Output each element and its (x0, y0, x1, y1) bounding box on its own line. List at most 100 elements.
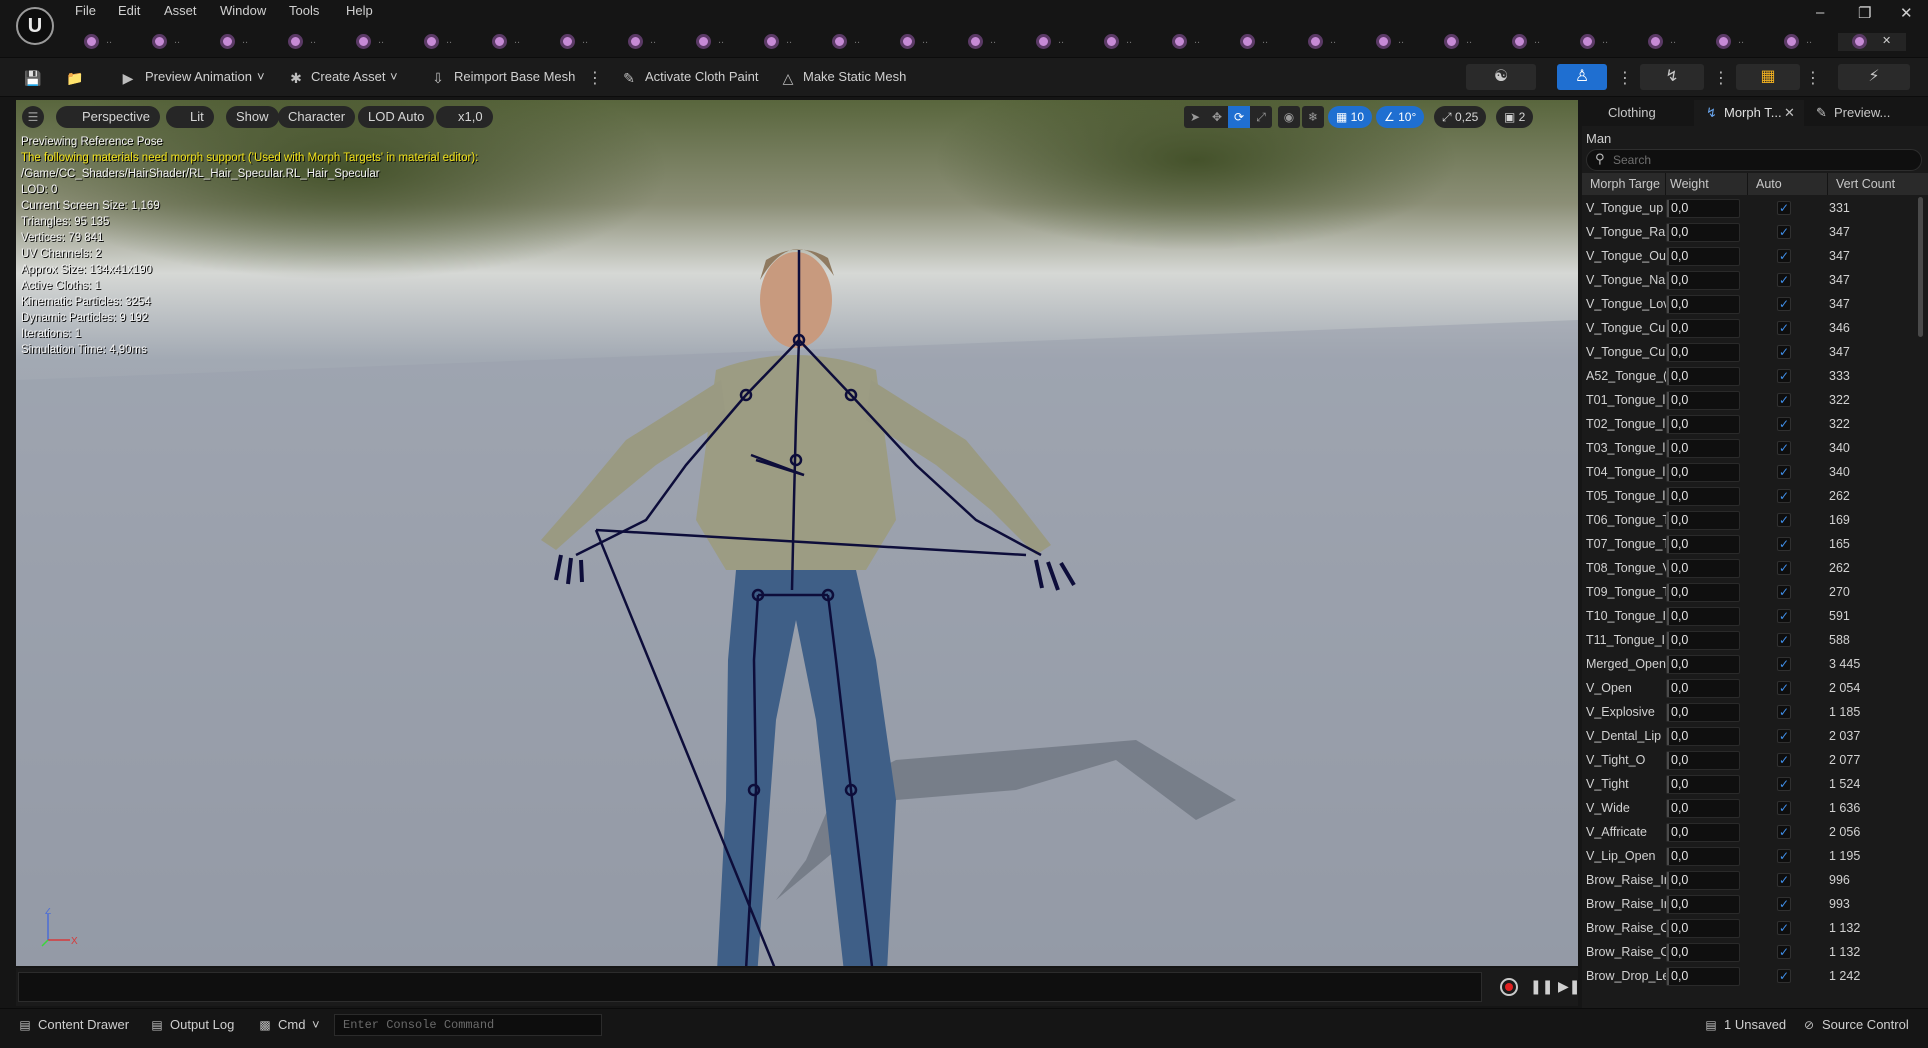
auto-checkbox[interactable]: ✓ (1777, 753, 1791, 767)
document-tab[interactable]: .. (1294, 33, 1362, 51)
viewport[interactable]: ☰ Perspective Lit Show Character LOD Aut… (16, 100, 1578, 966)
restore-icon[interactable]: ❐ (1858, 4, 1871, 22)
table-row[interactable]: Brow_Raise_C 0,0 ✓ 1 132 (1582, 917, 1910, 941)
table-row[interactable]: V_Tongue_Cui 0,0 ✓ 347 (1582, 341, 1910, 365)
unsaved-button[interactable]: 1 Unsaved (1724, 1017, 1786, 1032)
table-row[interactable]: T04_Tongue_l 0,0 ✓ 340 (1582, 461, 1910, 485)
table-row[interactable]: V_Tongue_Ou 0,0 ✓ 347 (1582, 245, 1910, 269)
table-row[interactable]: V_Tight_O 0,0 ✓ 2 077 (1582, 749, 1910, 773)
search-input[interactable] (1613, 152, 1913, 168)
skeleton-mode-button[interactable]: ☯ (1466, 64, 1536, 90)
document-tab[interactable]: .. (206, 33, 274, 51)
weight-field[interactable]: 0,0 (1666, 583, 1740, 602)
weight-field[interactable]: 0,0 (1666, 943, 1740, 962)
create-asset-button[interactable]: Create Asset (311, 69, 385, 84)
document-tab[interactable]: .. (138, 33, 206, 51)
table-row[interactable]: T03_Tongue_l 0,0 ✓ 340 (1582, 437, 1910, 461)
table-row[interactable]: T01_Tongue_l 0,0 ✓ 322 (1582, 389, 1910, 413)
auto-checkbox[interactable]: ✓ (1777, 609, 1791, 623)
weight-field[interactable]: 0,0 (1666, 223, 1740, 242)
auto-checkbox[interactable]: ✓ (1777, 345, 1791, 359)
auto-checkbox[interactable]: ✓ (1777, 825, 1791, 839)
weight-field[interactable]: 0,0 (1666, 391, 1740, 410)
table-row[interactable]: V_Dental_Lip 0,0 ✓ 2 037 (1582, 725, 1910, 749)
document-tab[interactable]: .. (546, 33, 614, 51)
document-tab[interactable]: .. (1498, 33, 1566, 51)
auto-checkbox[interactable]: ✓ (1777, 465, 1791, 479)
weight-field[interactable]: 0,0 (1666, 199, 1740, 218)
table-row[interactable]: Brow_Raise_C 0,0 ✓ 1 132 (1582, 941, 1910, 965)
auto-checkbox[interactable]: ✓ (1777, 849, 1791, 863)
weight-field[interactable]: 0,0 (1666, 319, 1740, 338)
preview-animation-button[interactable]: Preview Animation (145, 69, 252, 84)
auto-checkbox[interactable]: ✓ (1777, 633, 1791, 647)
auto-checkbox[interactable]: ✓ (1777, 489, 1791, 503)
scale-snap-button[interactable]: ⤢ 0,25 (1434, 106, 1487, 128)
document-tab[interactable]: .. (954, 33, 1022, 51)
record-button[interactable] (1500, 978, 1518, 996)
weight-field[interactable]: 0,0 (1666, 871, 1740, 890)
reimport-options-kebab-icon[interactable]: ⋮ (587, 68, 603, 88)
weight-field[interactable]: 0,0 (1666, 247, 1740, 266)
perspective-button[interactable]: Perspective (56, 106, 160, 128)
activate-cloth-paint-button[interactable]: Activate Cloth Paint (645, 69, 758, 84)
output-log-button[interactable]: Output Log (170, 1017, 234, 1032)
document-tab[interactable]: .. (750, 33, 818, 51)
weight-field[interactable]: 0,0 (1666, 799, 1740, 818)
scrollbar[interactable] (1918, 197, 1923, 337)
cmd-dropdown[interactable]: Cmd (278, 1017, 305, 1032)
document-tab[interactable]: .. (886, 33, 954, 51)
scale-icon[interactable]: ⤢ (1250, 106, 1272, 128)
mesh-mode-button[interactable]: ♙ (1557, 64, 1607, 90)
blueprint-options-kebab-icon[interactable]: ⋮ (1805, 68, 1821, 88)
search-box[interactable]: ⚲ (1586, 149, 1922, 171)
make-static-mesh-button[interactable]: Make Static Mesh (803, 69, 906, 84)
auto-checkbox[interactable]: ✓ (1777, 969, 1791, 983)
chevron-down-icon[interactable]: ˅ (390, 69, 398, 84)
close-tab-icon[interactable]: ✕ (1784, 100, 1795, 126)
table-row[interactable]: T11_Tongue_I 0,0 ✓ 588 (1582, 629, 1910, 653)
table-row[interactable]: T02_Tongue_l 0,0 ✓ 322 (1582, 413, 1910, 437)
table-row[interactable]: V_Tongue_Cui 0,0 ✓ 346 (1582, 317, 1910, 341)
menu-help[interactable]: Help (346, 3, 373, 18)
playback-speed-button[interactable]: x1,0 (436, 106, 493, 128)
auto-checkbox[interactable]: ✓ (1777, 561, 1791, 575)
rotate-icon[interactable]: ⟳ (1228, 106, 1250, 128)
document-tab[interactable]: .. (1634, 33, 1702, 51)
table-row[interactable]: V_Tight 0,0 ✓ 1 524 (1582, 773, 1910, 797)
table-row[interactable]: V_Tongue_Na 0,0 ✓ 347 (1582, 269, 1910, 293)
auto-checkbox[interactable]: ✓ (1777, 417, 1791, 431)
physics-mode-button[interactable]: ⚡ (1838, 64, 1910, 90)
weight-field[interactable]: 0,0 (1666, 415, 1740, 434)
auto-checkbox[interactable]: ✓ (1777, 249, 1791, 263)
weight-field[interactable]: 0,0 (1666, 895, 1740, 914)
weight-field[interactable]: 0,0 (1666, 439, 1740, 458)
weight-field[interactable]: 0,0 (1666, 751, 1740, 770)
console-input[interactable] (335, 1015, 601, 1035)
pause-icon[interactable]: ❚❚ (1530, 978, 1553, 995)
select-mode-icon[interactable]: ➤ (1184, 106, 1206, 128)
tab-clothing[interactable]: Clothing (1582, 100, 1694, 126)
weight-field[interactable]: 0,0 (1666, 631, 1740, 650)
auto-checkbox[interactable]: ✓ (1777, 897, 1791, 911)
table-row[interactable]: V_Tongue_up 0,0 ✓ 331 (1582, 197, 1910, 221)
save-icon[interactable]: 💾 (24, 70, 41, 86)
auto-checkbox[interactable]: ✓ (1777, 729, 1791, 743)
document-tab[interactable]: .. (274, 33, 342, 51)
camera-speed-button[interactable]: ▣ 2 (1496, 106, 1534, 128)
table-row[interactable]: V_Tongue_Lov 0,0 ✓ 347 (1582, 293, 1910, 317)
content-drawer-button[interactable]: Content Drawer (38, 1017, 129, 1032)
rotation-snap-button[interactable]: ∠ 10° (1376, 106, 1425, 128)
auto-checkbox[interactable]: ✓ (1777, 657, 1791, 671)
auto-checkbox[interactable]: ✓ (1777, 873, 1791, 887)
document-tab[interactable]: .. (410, 33, 478, 51)
document-tab[interactable]: .. (1090, 33, 1158, 51)
document-tab[interactable]: .. (478, 33, 546, 51)
weight-field[interactable]: 0,0 (1666, 823, 1740, 842)
auto-checkbox[interactable]: ✓ (1777, 945, 1791, 959)
document-tab[interactable]: .. (1226, 33, 1294, 51)
weight-field[interactable]: 0,0 (1666, 967, 1740, 986)
menu-window[interactable]: Window (220, 3, 266, 18)
grid-snap-button[interactable]: ▦ 10 (1328, 106, 1373, 128)
table-row[interactable]: V_Affricate 0,0 ✓ 2 056 (1582, 821, 1910, 845)
